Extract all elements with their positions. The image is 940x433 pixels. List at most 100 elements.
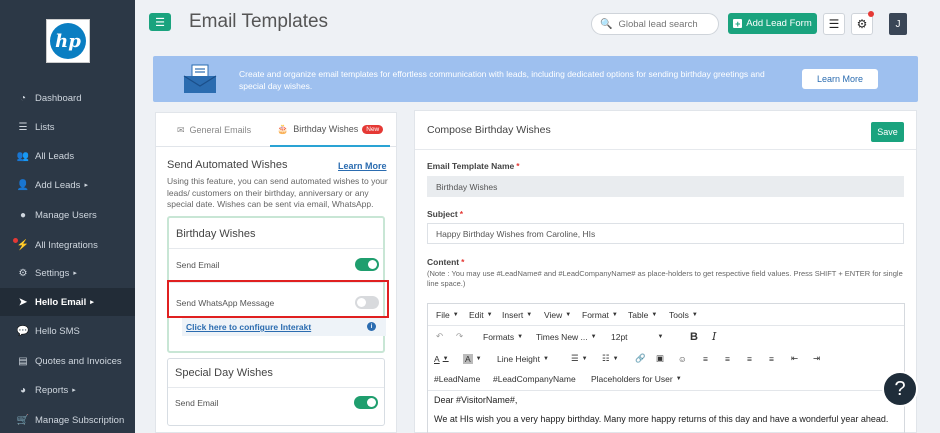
highlight-box bbox=[167, 280, 389, 318]
menu-format[interactable]: Format ▼ bbox=[582, 310, 618, 320]
align-center-icon[interactable]: ≡ bbox=[725, 354, 730, 364]
sidebar-item-add-leads[interactable]: 👤 Add Leads ▸ bbox=[0, 171, 135, 199]
sidebar-item-all-leads[interactable]: 👥 All Leads bbox=[0, 142, 135, 170]
hamburger-icon: ☰ bbox=[155, 16, 165, 29]
company-logo[interactable]: hp bbox=[46, 19, 90, 63]
sidebar-item-label: Quotes and Invoices bbox=[35, 355, 122, 367]
hp-logo: hp bbox=[50, 23, 86, 59]
image-icon[interactable]: ▣ bbox=[656, 353, 664, 364]
info-banner: Create and organize email templates for … bbox=[153, 56, 918, 102]
configure-interakt-link[interactable]: Click here to configure Interakt i bbox=[182, 318, 386, 336]
template-name-field: Birthday Wishes bbox=[427, 176, 904, 197]
redo-icon[interactable]: ↷ bbox=[456, 331, 463, 342]
cart-icon: 🛒 bbox=[16, 414, 30, 426]
placeholder-lead-name[interactable]: #LeadName bbox=[434, 374, 480, 384]
menu-table[interactable]: Table ▼ bbox=[628, 310, 657, 320]
menu-tools[interactable]: Tools ▼ bbox=[669, 310, 698, 320]
sidebar-item-hello-email[interactable]: ➤ Hello Email ▸ bbox=[0, 288, 135, 316]
tab-birthday-wishes[interactable]: 🎂 Birthday Wishes New bbox=[270, 113, 391, 147]
sidebar-item-label: All Integrations bbox=[35, 239, 98, 251]
help-button[interactable]: ? bbox=[882, 371, 918, 407]
sidebar-item-settings[interactable]: ⚙ Settings ▸ bbox=[0, 259, 135, 287]
editor-content[interactable]: Dear #VisitorName#, We at HIs wish you a… bbox=[434, 394, 900, 425]
sidebar-item-label: Reports bbox=[35, 384, 69, 396]
section-description: Using this feature, you can send automat… bbox=[167, 176, 388, 209]
avatar[interactable]: J bbox=[889, 13, 907, 35]
global-search[interactable]: 🔍 bbox=[591, 13, 719, 35]
menu-insert[interactable]: Insert ▼ bbox=[502, 310, 532, 320]
compose-panel: Compose Birthday Wishes Save Email Templ… bbox=[414, 110, 917, 433]
sidebar-item-manage-users[interactable]: ● Manage Users bbox=[0, 201, 135, 229]
cake-icon: 🎂 bbox=[277, 123, 289, 134]
align-left-icon[interactable]: ≡ bbox=[703, 354, 708, 364]
placeholder-lead-company[interactable]: #LeadCompanyName bbox=[493, 374, 576, 384]
numbered-list-icon[interactable]: ☷ ▼ bbox=[602, 353, 619, 364]
search-input[interactable] bbox=[618, 18, 709, 30]
notification-dot bbox=[13, 238, 18, 243]
compose-title: Compose Birthday Wishes bbox=[427, 124, 551, 136]
bold-icon[interactable]: B bbox=[690, 331, 698, 343]
highlight-color-icon[interactable]: A ▼ bbox=[463, 353, 482, 364]
learn-more-link[interactable]: Learn More bbox=[338, 161, 387, 171]
list-icon: ☰ bbox=[18, 121, 28, 133]
sidebar-item-label: Add Leads bbox=[35, 179, 81, 191]
toggle-knob bbox=[368, 260, 377, 269]
placeholders-for-user-dropdown[interactable]: Placeholders for User ▼ bbox=[591, 374, 682, 384]
send-email-toggle[interactable] bbox=[355, 258, 379, 271]
undo-icon[interactable]: ↶ bbox=[436, 331, 443, 342]
tab-general-emails[interactable]: ✉ General Emails bbox=[177, 113, 251, 147]
divider bbox=[168, 387, 384, 388]
page-title: Email Templates bbox=[189, 11, 329, 32]
sidebar-item-lists[interactable]: ☰ Lists bbox=[0, 113, 135, 141]
rich-text-editor[interactable]: File ▼ Edit ▼ Insert ▼ View ▼ Format ▼ Table ▼… bbox=[427, 303, 905, 433]
editor-placeholder-bar: #LeadName #LeadCompanyName Placeholders … bbox=[428, 368, 904, 389]
banner-text: Create and organize email templates for … bbox=[239, 69, 765, 91]
font-size-dropdown[interactable]: 12pt ▼ bbox=[611, 332, 664, 342]
align-justify-icon[interactable]: ≡ bbox=[769, 354, 774, 364]
divider bbox=[415, 149, 916, 150]
sidebar-item-label: Manage Subscription bbox=[35, 414, 125, 426]
bullet-list-icon[interactable]: ☰ ▼ bbox=[571, 353, 588, 364]
formats-dropdown[interactable]: Formats ▼ bbox=[483, 332, 523, 342]
outdent-icon[interactable]: ⇤ bbox=[791, 353, 798, 364]
menu-file[interactable]: File ▼ bbox=[436, 310, 459, 320]
sidebar-item-quotes-invoices[interactable]: ▤ Quotes and Invoices bbox=[0, 347, 135, 375]
sidebar-item-hello-sms[interactable]: 💬 Hello SMS bbox=[0, 317, 135, 345]
template-name-label: Email Template Name * bbox=[427, 161, 520, 171]
link-icon[interactable]: 🔗 bbox=[635, 353, 646, 364]
sidebar-item-dashboard[interactable]: ◔ Dashboard bbox=[0, 84, 135, 112]
special-send-email-toggle[interactable] bbox=[354, 396, 378, 409]
info-icon[interactable]: i bbox=[367, 322, 376, 331]
dashboard-icon: ◔ bbox=[19, 92, 27, 104]
text-color-icon[interactable]: A ▼ bbox=[434, 354, 449, 364]
banner-learn-more-button[interactable]: Learn More bbox=[802, 69, 878, 89]
body-line: Dear #VisitorName#, bbox=[434, 395, 518, 405]
pie-chart-icon: ◕ bbox=[19, 384, 27, 396]
settings-button[interactable]: ⚙ bbox=[851, 11, 874, 35]
wishes-panel: ✉ General Emails 🎂 Birthday Wishes New S… bbox=[155, 112, 397, 433]
plus-icon: + bbox=[733, 18, 743, 29]
menu-toggle-button[interactable]: ☰ bbox=[149, 13, 171, 31]
add-lead-form-button[interactable]: + Add Lead Form bbox=[728, 13, 817, 34]
menu-edit[interactable]: Edit ▼ bbox=[469, 310, 493, 320]
plug-icon: ⚡ bbox=[16, 239, 30, 251]
italic-icon[interactable]: I bbox=[712, 330, 716, 343]
menu-view[interactable]: View ▼ bbox=[544, 310, 571, 320]
subject-field[interactable]: Happy Birthday Wishes from Caroline, HIs bbox=[427, 223, 904, 244]
emoji-icon[interactable]: ☺ bbox=[678, 354, 687, 364]
send-email-label: Send Email bbox=[176, 260, 220, 270]
sidebar-item-all-integrations[interactable]: ⚡ All Integrations bbox=[0, 231, 135, 259]
section-title: Send Automated Wishes bbox=[167, 159, 288, 171]
indent-icon[interactable]: ⇥ bbox=[813, 353, 820, 364]
align-right-icon[interactable]: ≡ bbox=[747, 354, 752, 364]
caret-right-icon: ▸ bbox=[73, 270, 77, 277]
configure-link-label: Click here to configure Interakt bbox=[186, 322, 312, 332]
font-family-dropdown[interactable]: Times New ... ▼ bbox=[536, 332, 597, 342]
list-view-button[interactable]: ☰ bbox=[823, 13, 845, 35]
line-height-dropdown[interactable]: Line Height ▼ bbox=[497, 354, 549, 364]
caret-right-icon: ▸ bbox=[84, 182, 88, 189]
sidebar-item-label: Settings bbox=[35, 267, 70, 279]
save-button[interactable]: Save bbox=[871, 122, 904, 142]
sidebar-item-manage-subscription[interactable]: 🛒 Manage Subscription bbox=[0, 406, 135, 433]
sidebar-item-reports[interactable]: ◕ Reports ▸ bbox=[0, 376, 135, 404]
